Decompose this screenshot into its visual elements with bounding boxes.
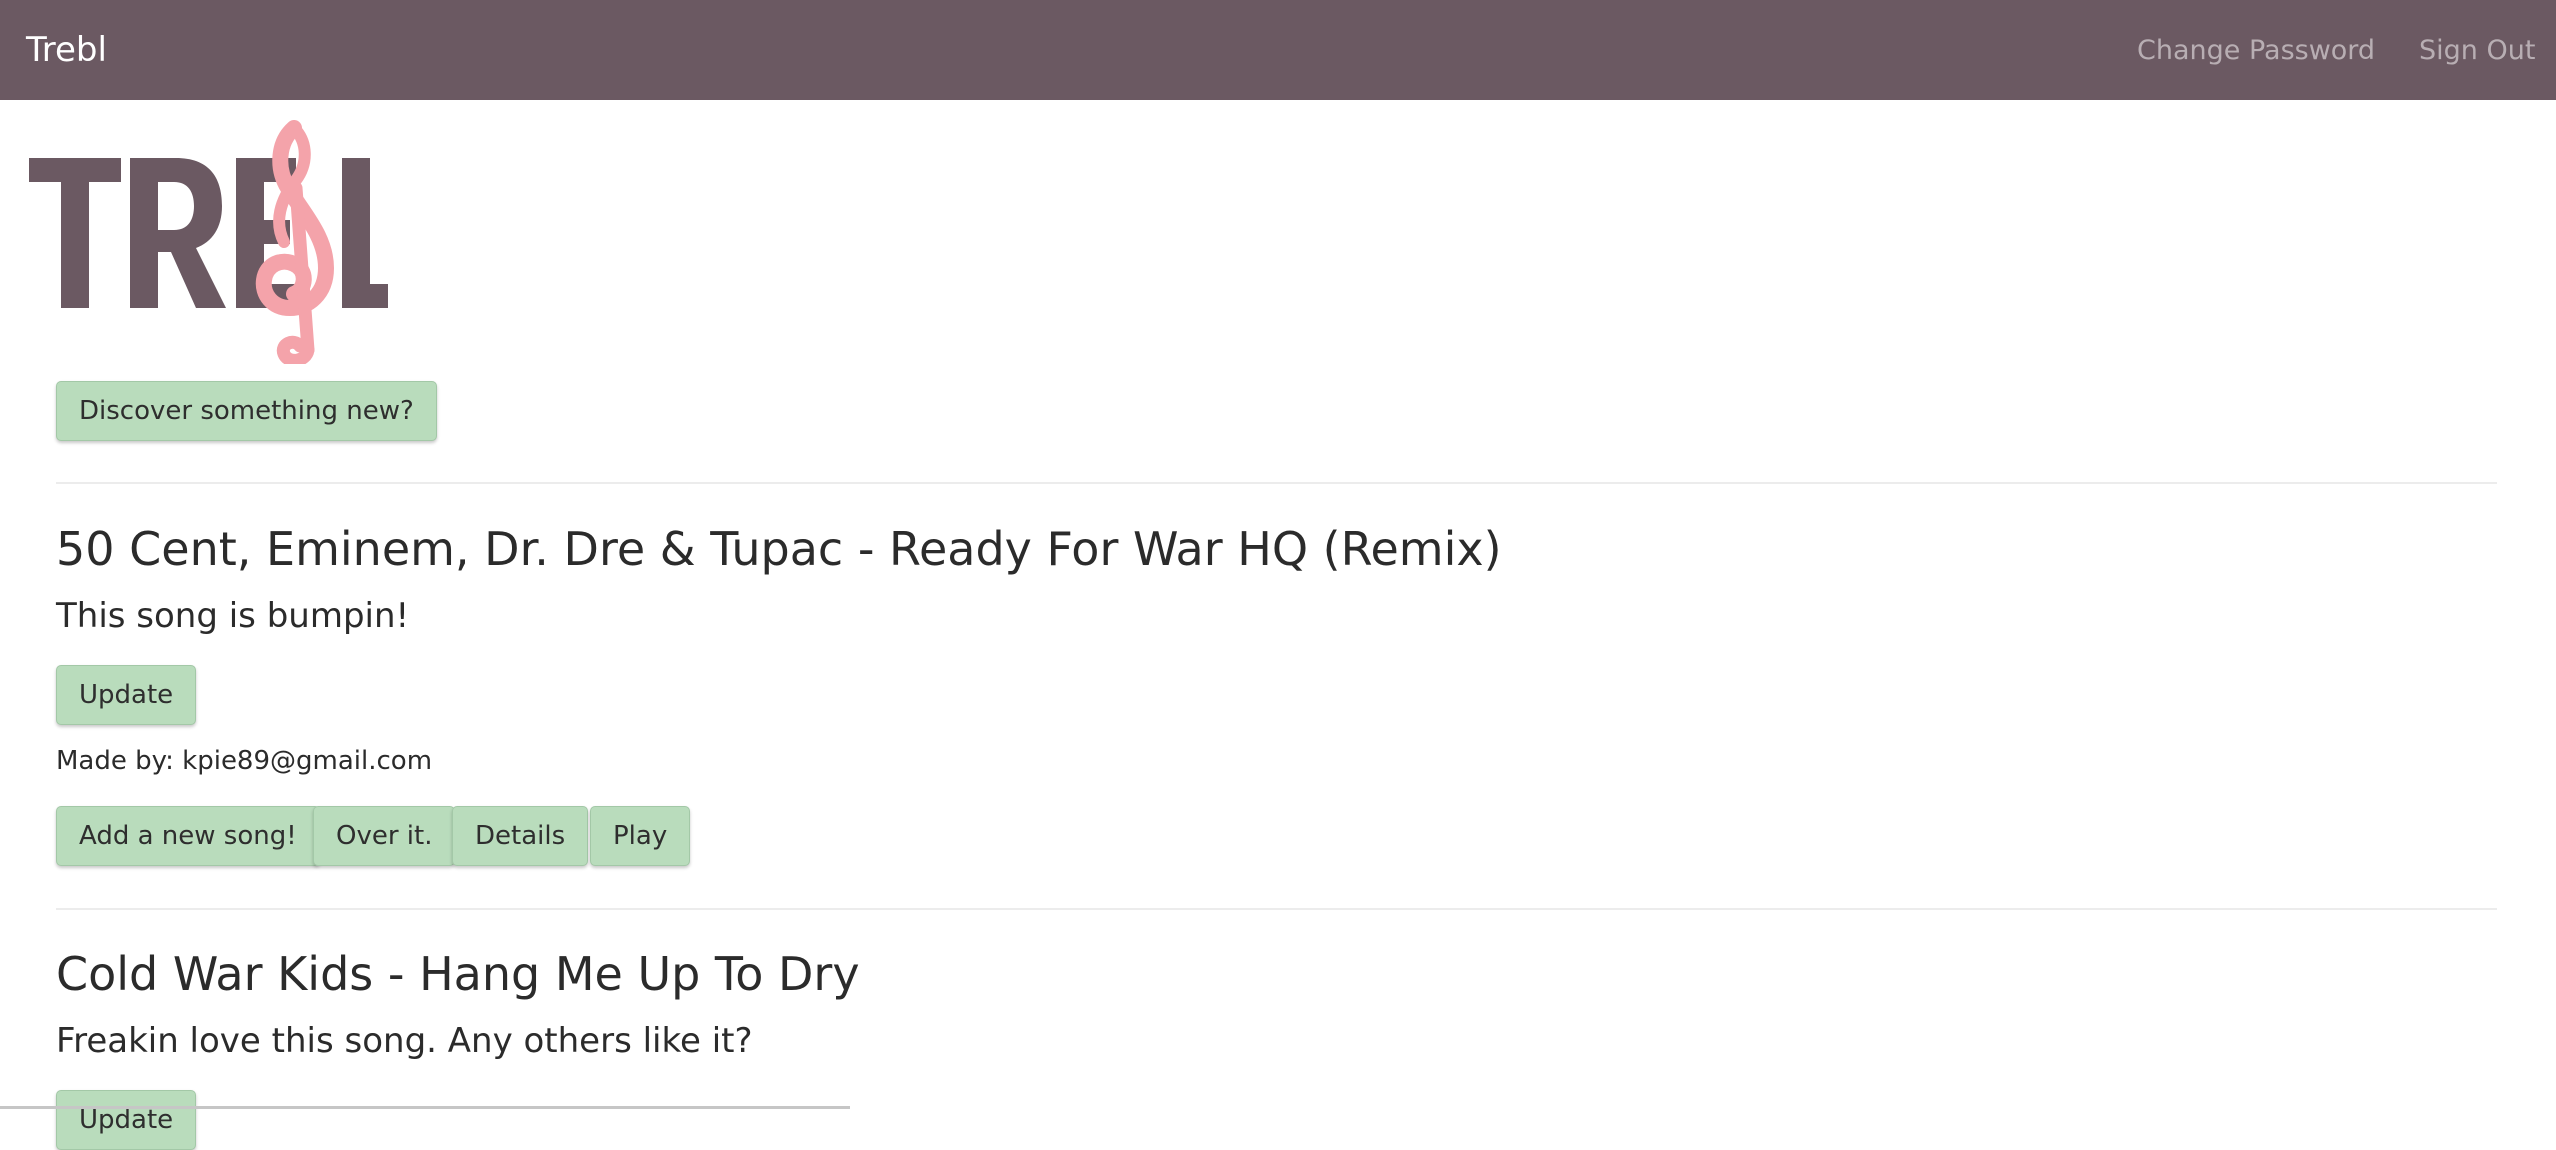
brand-link[interactable]: Trebl bbox=[26, 28, 107, 72]
divider bbox=[56, 908, 2497, 910]
over-it-button[interactable]: Over it. bbox=[313, 806, 456, 866]
update-button[interactable]: Update bbox=[56, 1090, 197, 1150]
song-comment: This song is bumpin! bbox=[56, 596, 410, 636]
divider bbox=[56, 482, 2497, 484]
top-navbar: Trebl Change Password Sign Out bbox=[0, 0, 2556, 100]
song-comment: Freakin love this song. Any others like … bbox=[56, 1021, 753, 1061]
add-song-button[interactable]: Add a new song! bbox=[56, 806, 320, 866]
song-title: Cold War Kids - Hang Me Up To Dry bbox=[56, 947, 860, 1001]
song-title: 50 Cent, Eminem, Dr. Dre & Tupac - Ready… bbox=[56, 522, 1502, 576]
sign-out-link[interactable]: Sign Out bbox=[2419, 33, 2535, 69]
trebl-logo bbox=[26, 118, 392, 367]
update-button[interactable]: Update bbox=[56, 665, 197, 725]
play-button[interactable]: Play bbox=[590, 806, 691, 866]
change-password-link[interactable]: Change Password bbox=[2137, 33, 2375, 69]
discover-button[interactable]: Discover something new? bbox=[56, 381, 437, 441]
details-button[interactable]: Details bbox=[452, 806, 589, 866]
made-by-label: Made by: kpie89@gmail.com bbox=[56, 746, 433, 776]
horizontal-scrollbar[interactable] bbox=[0, 1106, 850, 1109]
